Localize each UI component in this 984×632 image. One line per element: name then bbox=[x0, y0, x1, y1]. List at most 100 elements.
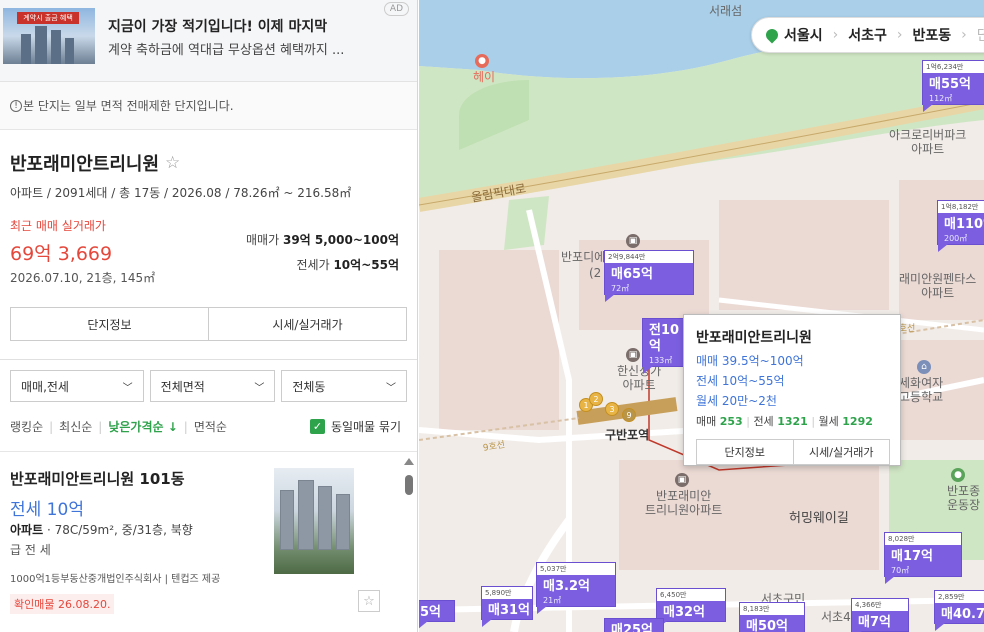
breadcrumb-next[interactable]: 단 bbox=[977, 25, 984, 45]
breadcrumb-district[interactable]: 서초구 bbox=[848, 25, 887, 45]
marker-header: 8,028만 bbox=[885, 533, 961, 545]
deal-type-select[interactable]: 매매,전세 ﹀ bbox=[10, 370, 144, 402]
breadcrumb-dong[interactable]: 반포동 bbox=[913, 25, 952, 45]
map-label-humming-way: 허밍웨이길 bbox=[789, 511, 849, 526]
complex-info-button[interactable]: 단지정보 bbox=[11, 308, 208, 340]
sort-lowest-price[interactable]: 낮은가격순 ↓ bbox=[108, 418, 177, 435]
price-history-button[interactable]: 시세/실거래가 bbox=[208, 308, 406, 340]
popup-listing-counts: 매매 253 | 전세 1321 | 월세 1292 bbox=[696, 415, 873, 428]
price-marker[interactable]: 5,890만 매31억 bbox=[481, 586, 533, 627]
ad-banner[interactable]: 계약시 출금 혜택 지금이 가장 적기입니다! 이제 마지막 계약 축하금에 역… bbox=[0, 0, 417, 82]
complex-info-popup: 반포래미안트리니원 매매 39.5억~100억 전세 10억~55억 월세 20… bbox=[683, 314, 901, 466]
scroll-thumb[interactable] bbox=[405, 475, 413, 495]
sort-newest[interactable]: 최신순 bbox=[59, 418, 92, 435]
listing-favorite-star-icon[interactable]: ☆ bbox=[358, 590, 380, 612]
complex-detail-panel: 계약시 출금 혜택 지금이 가장 적기입니다! 이제 마지막 계약 축하금에 역… bbox=[0, 0, 418, 632]
listing-type-label: 아파트 bbox=[10, 523, 44, 537]
dong-select[interactable]: 전체동 ﹀ bbox=[281, 370, 407, 402]
price-marker[interactable]: 6,450만 매32억 bbox=[656, 588, 726, 629]
notice-text: 본 단지는 일부 면적 전매제한 단지입니다. bbox=[23, 99, 234, 113]
map-label-banpo-stadium: 반포종 운동장 bbox=[947, 484, 981, 512]
marker-price: 매7억 bbox=[858, 615, 891, 630]
marker-header: 5,037만 bbox=[537, 563, 615, 575]
price-marker[interactable]: 2억9,844만 매65억 72㎡ bbox=[604, 250, 694, 302]
map-label-banpo-dieich-sub: (2 bbox=[589, 266, 602, 280]
price-marker[interactable]: 5,037만 매3.2억 21㎡ bbox=[536, 562, 616, 614]
park-icon[interactable]: ● bbox=[951, 468, 965, 482]
scrollbar[interactable] bbox=[402, 458, 416, 632]
map-label-sehwa-girls-high: 세화여자 고등학교 bbox=[899, 376, 944, 404]
scroll-up-arrow-icon[interactable] bbox=[404, 458, 414, 465]
marker-price: 5억 bbox=[420, 605, 442, 620]
marker-header: 4,366만 bbox=[852, 599, 908, 611]
price-marker[interactable]: 2,859만 매40.7 bbox=[934, 590, 984, 631]
marker-price: 매25억 bbox=[611, 623, 654, 632]
price-marker[interactable]: 매25억 bbox=[604, 618, 664, 632]
popup-sale-range: 매매 39.5억~100억 bbox=[696, 354, 804, 368]
listing-type: 아파트 · 78C/59m², 중/31층, 북향 bbox=[10, 521, 193, 538]
restaurant-icon[interactable]: ● bbox=[475, 54, 489, 68]
sort-area[interactable]: 면적순 bbox=[194, 418, 227, 435]
list-item[interactable]: 반포래미안트리니원 101동 전세 10억 아파트 · 78C/59m², 중/… bbox=[0, 452, 417, 622]
breadcrumb-city[interactable]: 서울시 bbox=[784, 25, 823, 45]
marker-price: 매32억 bbox=[663, 605, 706, 620]
popup-title: 반포래미안트리니원 bbox=[696, 330, 812, 346]
chevron-down-icon: ﹀ bbox=[254, 382, 265, 394]
complex-name: 반포래미안트리니원 bbox=[10, 154, 160, 175]
popup-price-history-button[interactable]: 시세/실거래가 bbox=[792, 440, 890, 464]
breadcrumb: 서울시 › 서초구 › 반포동 › 단 bbox=[751, 17, 984, 53]
location-pin-icon bbox=[763, 26, 781, 44]
map-label-hanshin-arcade: 한신상가 아파트 bbox=[617, 364, 662, 392]
popup-monthly-range: 월세 20만~2천 bbox=[696, 394, 777, 408]
count-sale: 253 bbox=[719, 415, 743, 428]
price-marker[interactable]: 1억8,182만 매110억 200㎡ bbox=[937, 200, 984, 252]
marker-header: 1억8,182만 bbox=[938, 201, 984, 213]
apartment-icon[interactable]: ▣ bbox=[626, 234, 640, 248]
subway-line-icon: 3 bbox=[605, 402, 619, 416]
price-marker[interactable]: 1억6,234만 매55억 112㎡ bbox=[922, 60, 984, 112]
favorite-star-icon[interactable]: ☆ bbox=[165, 153, 180, 173]
count-jeonse: 1321 bbox=[777, 415, 808, 428]
price-marker[interactable]: 5억 bbox=[419, 600, 455, 629]
info-icon: ! bbox=[10, 99, 22, 112]
count-jeonse-label: 전세 bbox=[753, 415, 774, 428]
listing-features: 급 전 세 bbox=[10, 543, 51, 557]
checkbox-checked-icon[interactable]: ✓ bbox=[309, 419, 325, 434]
map-label-acro-river-park: 아크로리버파크 아파트 bbox=[889, 128, 967, 156]
complex-meta: 아파트 / 2091세대 / 총 17동 / 2026.08 / 78.26㎡ … bbox=[10, 186, 352, 200]
map-view[interactable]: 서래섬 ● 헤이 올림픽대로 아크로리버파크 아파트 래미안원펜타스 아파트 ▣… bbox=[419, 0, 984, 632]
recent-deal-price: 69억 3,669 bbox=[10, 243, 113, 265]
marker-price: 매50억 bbox=[746, 619, 789, 632]
listing-photo[interactable] bbox=[274, 468, 354, 574]
ad-thumbnail: 계약시 출금 혜택 bbox=[3, 8, 95, 64]
filter-row: 매매,전세 ﹀ 전체면적 ﹀ 전체동 ﹀ bbox=[0, 370, 417, 402]
jeonse-price-range: 전세가 10억~55억 bbox=[297, 256, 400, 273]
ad-description: 계약 축하금에 역대급 무상옵션 혜택까지 ... bbox=[108, 43, 345, 58]
price-marker[interactable]: 4,366만 매7억 bbox=[851, 598, 909, 632]
map-label-hey: 헤이 bbox=[473, 70, 496, 84]
marker-price: 매40.7 bbox=[941, 607, 984, 622]
marker-price: 매110억 bbox=[944, 217, 984, 232]
jeonse-range-label: 전세가 bbox=[296, 258, 330, 272]
area-select[interactable]: 전체면적 ﹀ bbox=[149, 370, 276, 402]
school-icon[interactable]: ⌂ bbox=[917, 360, 931, 374]
marker-area: 72㎡ bbox=[611, 284, 630, 293]
price-marker[interactable]: 8,028만 매17억 70㎡ bbox=[884, 532, 962, 584]
map-label-gubanpo-station[interactable]: 구반포역 bbox=[605, 428, 649, 442]
count-monthly: 1292 bbox=[842, 415, 873, 428]
sort-ranking[interactable]: 랭킹순 bbox=[10, 418, 43, 435]
map-label-raemian-onepentas: 래미안원펜타스 아파트 bbox=[899, 272, 977, 300]
listing-type-detail: · 78C/59m², 중/31층, 북향 bbox=[46, 523, 193, 537]
group-same-listings-toggle[interactable]: ✓ 동일매물 묶기 bbox=[309, 418, 401, 435]
price-marker[interactable]: 8,183만 매50억 bbox=[739, 602, 805, 632]
apartment-icon[interactable]: ▣ bbox=[626, 348, 640, 362]
apartment-icon[interactable]: ▣ bbox=[675, 473, 689, 487]
count-sale-label: 매매 bbox=[696, 415, 717, 428]
marker-area: 21㎡ bbox=[543, 596, 562, 605]
marker-area: 70㎡ bbox=[891, 566, 910, 575]
real-estate-app: 계약시 출금 혜택 지금이 가장 적기입니다! 이제 마지막 계약 축하금에 역… bbox=[0, 0, 984, 632]
popup-complex-info-button[interactable]: 단지정보 bbox=[697, 440, 793, 464]
marker-header: 2,859만 bbox=[935, 591, 984, 603]
map-label-seocho4: 서초4 bbox=[821, 610, 851, 624]
recent-deal-date: 2026.07.10, 21층, 145㎡ bbox=[10, 271, 156, 285]
